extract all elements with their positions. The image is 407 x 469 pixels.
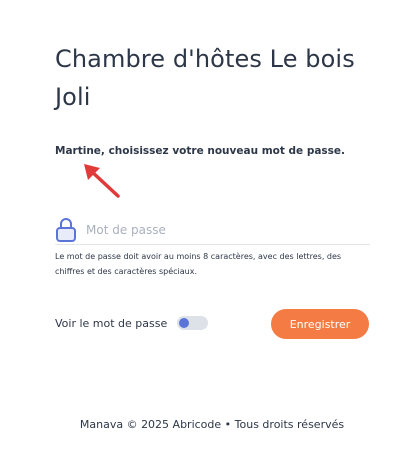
- reset-password-page: Chambre d'hôtes Le bois Joli Martine, ch…: [0, 0, 407, 469]
- show-password-row: Voir le mot de passe: [55, 316, 209, 330]
- save-button[interactable]: Enregistrer: [271, 309, 369, 339]
- lock-icon: [56, 217, 76, 242]
- password-input[interactable]: [86, 217, 356, 242]
- arrow-pointer-icon: [84, 164, 120, 198]
- password-field: [55, 215, 370, 245]
- show-password-label: Voir le mot de passe: [55, 316, 168, 330]
- footer-text: Manava © 2025 Abricode • Tous droits rés…: [79, 418, 345, 431]
- password-hint: Le mot de passe doit avoir au moins 8 ca…: [55, 252, 342, 276]
- page-subtitle: Martine, choisissez votre nouveau mot de…: [55, 145, 346, 157]
- toggle-knob: [179, 318, 190, 328]
- show-password-toggle[interactable]: [177, 316, 209, 330]
- page-title: Chambre d'hôtes Le bois Joli: [55, 45, 355, 111]
